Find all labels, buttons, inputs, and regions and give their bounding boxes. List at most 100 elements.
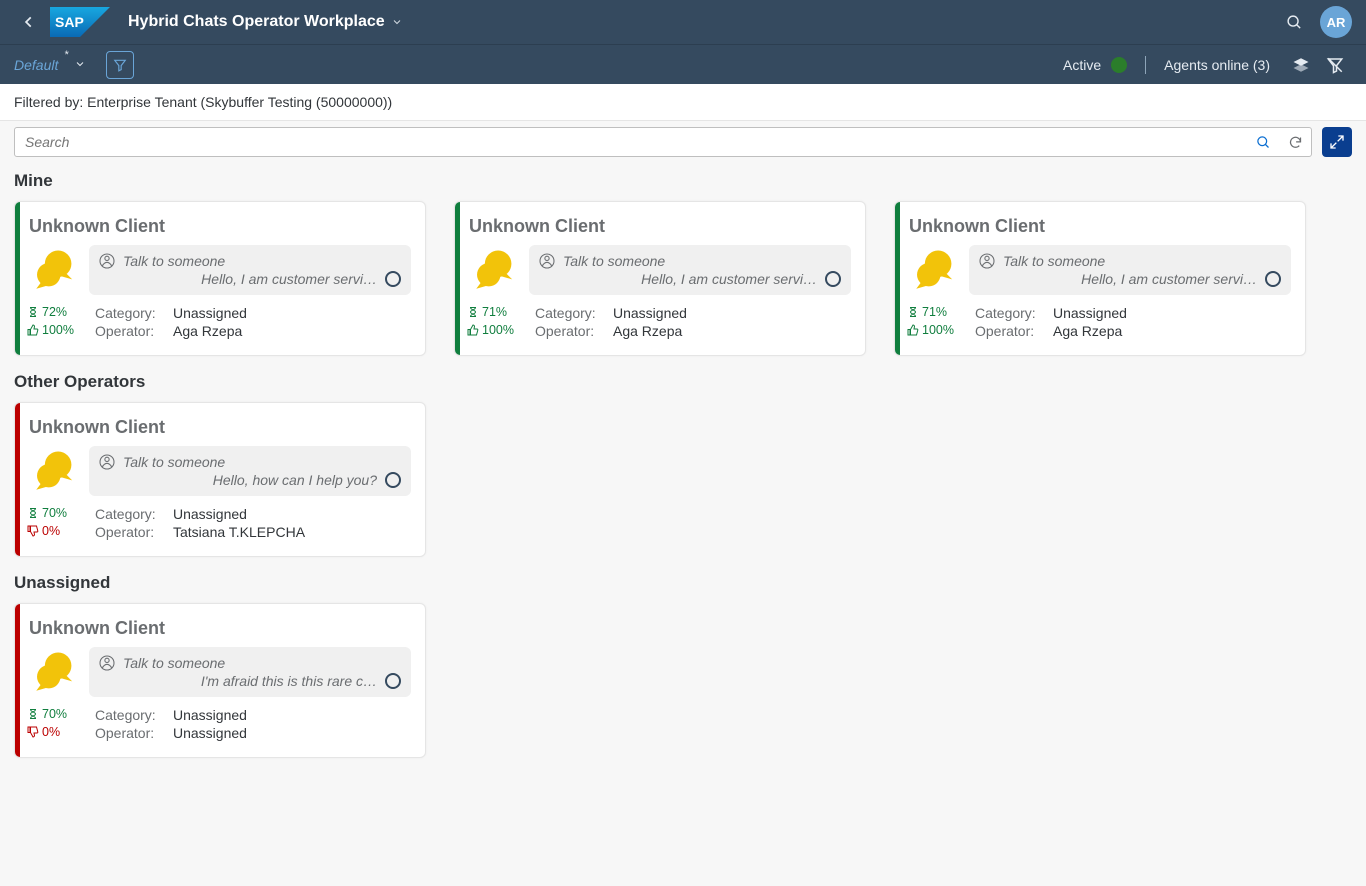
- status-stripe: [895, 202, 900, 355]
- hourglass-icon: [27, 306, 39, 318]
- thumbs-down-icon: [27, 525, 39, 537]
- agents-online-link[interactable]: Agents online (3): [1164, 57, 1270, 73]
- chat-bubbles-icon: [907, 245, 963, 295]
- search-field[interactable]: [14, 127, 1312, 157]
- search-row: [0, 121, 1366, 163]
- variant-dropdown[interactable]: [74, 57, 86, 73]
- operator-value: Unassigned: [173, 725, 247, 741]
- operator-value: Aga Rzepa: [613, 323, 682, 339]
- section-unassigned: Unassigned Unknown Client Talk to someon…: [0, 565, 1366, 766]
- search-input[interactable]: [15, 128, 1247, 156]
- card-meta: Category:Unassigned Operator:Aga Rzepa: [535, 305, 851, 341]
- search-icon[interactable]: [1247, 135, 1279, 150]
- operator-label: Operator:: [95, 323, 167, 339]
- clear-filter-button[interactable]: [1318, 56, 1352, 74]
- status-stripe: [15, 604, 20, 757]
- sap-logo: SAP: [50, 7, 110, 37]
- timer-metric: 71%: [907, 305, 965, 319]
- card-meta: Category:Unassigned Operator:Aga Rzepa: [95, 305, 411, 341]
- card-row: Unknown Client Talk to someone He: [14, 402, 1352, 557]
- card-meta: Category:Unassigned Operator:Tatsiana T.…: [95, 506, 411, 542]
- status-label[interactable]: Active: [1063, 57, 1101, 73]
- thumbs-metric: 0%: [27, 725, 85, 739]
- status-indicator-icon: [1111, 57, 1127, 73]
- metrics: 71% 100%: [467, 305, 525, 341]
- message-preview-text: Hello, how can I help you?: [99, 472, 385, 488]
- app-title-text: Hybrid Chats Operator Workplace: [128, 13, 385, 31]
- timer-metric: 70%: [27, 707, 85, 721]
- unread-indicator-icon: [825, 271, 841, 287]
- thumbs-metric: 100%: [907, 323, 965, 337]
- talk-label: Talk to someone: [123, 253, 225, 269]
- thumbs-metric: 100%: [27, 323, 85, 337]
- message-preview-box: Talk to someone Hello, I am customer ser…: [89, 245, 411, 295]
- thumbs-icon: [907, 324, 919, 336]
- unread-indicator-icon: [385, 472, 401, 488]
- operator-label: Operator:: [535, 323, 607, 339]
- filter-info-bar: Filtered by: Enterprise Tenant (Skybuffe…: [0, 84, 1366, 121]
- category-value: Unassigned: [613, 305, 687, 321]
- message-preview-box: Talk to someone I'm afraid this is this …: [89, 647, 411, 697]
- person-icon: [539, 253, 555, 269]
- chat-card[interactable]: Unknown Client Talk to someone He: [454, 201, 866, 356]
- talk-label: Talk to someone: [563, 253, 665, 269]
- hourglass-icon: [27, 708, 39, 720]
- section-title: Unassigned: [14, 573, 1352, 593]
- operator-label: Operator:: [95, 524, 167, 540]
- hourglass-icon: [907, 306, 919, 318]
- person-icon: [99, 655, 115, 671]
- section-other: Other Operators Unknown Client Talk to s…: [0, 364, 1366, 565]
- person-icon: [979, 253, 995, 269]
- status-stripe: [455, 202, 460, 355]
- expand-button[interactable]: [1322, 127, 1352, 157]
- chat-card[interactable]: Unknown Client Talk to someone I': [14, 603, 426, 758]
- message-preview-text: Hello, I am customer servi…: [99, 271, 385, 287]
- category-value: Unassigned: [1053, 305, 1127, 321]
- section-mine: Mine Unknown Client Talk to someone: [0, 163, 1366, 364]
- message-preview-box: Talk to someone Hello, I am customer ser…: [969, 245, 1291, 295]
- variant-selector[interactable]: Default *: [14, 57, 58, 73]
- card-meta: Category:Unassigned Operator:Aga Rzepa: [975, 305, 1291, 341]
- metrics: 70% 0%: [27, 506, 85, 542]
- hourglass-icon: [27, 507, 39, 519]
- timer-metric: 70%: [27, 506, 85, 520]
- talk-label: Talk to someone: [123, 655, 225, 671]
- user-avatar[interactable]: AR: [1320, 6, 1352, 38]
- global-search-button[interactable]: [1276, 4, 1312, 40]
- message-preview-text: Hello, I am customer servi…: [539, 271, 825, 287]
- status-stripe: [15, 403, 20, 556]
- category-value: Unassigned: [173, 707, 247, 723]
- message-preview-box: Talk to someone Hello, I am customer ser…: [529, 245, 851, 295]
- metrics: 72% 100%: [27, 305, 85, 341]
- card-title: Unknown Client: [29, 417, 411, 438]
- category-value: Unassigned: [173, 305, 247, 321]
- timer-metric: 72%: [27, 305, 85, 319]
- chat-card[interactable]: Unknown Client Talk to someone He: [14, 402, 426, 557]
- talk-label: Talk to someone: [123, 454, 225, 470]
- thumbs-icon: [467, 324, 479, 336]
- metrics: 71% 100%: [907, 305, 965, 341]
- card-title: Unknown Client: [29, 618, 411, 639]
- layers-button[interactable]: [1284, 56, 1318, 74]
- operator-value: Aga Rzepa: [173, 323, 242, 339]
- back-button[interactable]: [14, 7, 44, 37]
- refresh-icon[interactable]: [1279, 135, 1311, 150]
- chat-card[interactable]: Unknown Client Talk to someone He: [14, 201, 426, 356]
- thumbs-icon: [27, 324, 39, 336]
- unread-indicator-icon: [385, 271, 401, 287]
- operator-label: Operator:: [975, 323, 1047, 339]
- person-icon: [99, 454, 115, 470]
- thumbs-metric: 100%: [467, 323, 525, 337]
- chat-bubbles-icon: [27, 446, 83, 496]
- category-label: Category:: [95, 707, 167, 723]
- person-icon: [99, 253, 115, 269]
- unread-indicator-icon: [1265, 271, 1281, 287]
- message-preview-text: I'm afraid this is this rare c…: [99, 673, 385, 689]
- operator-value: Aga Rzepa: [1053, 323, 1122, 339]
- app-title[interactable]: Hybrid Chats Operator Workplace: [128, 13, 403, 31]
- card-title: Unknown Client: [909, 216, 1291, 237]
- chat-card[interactable]: Unknown Client Talk to someone He: [894, 201, 1306, 356]
- filter-button[interactable]: [106, 51, 134, 79]
- svg-text:SAP: SAP: [55, 14, 84, 30]
- thumbs-metric: 0%: [27, 524, 85, 538]
